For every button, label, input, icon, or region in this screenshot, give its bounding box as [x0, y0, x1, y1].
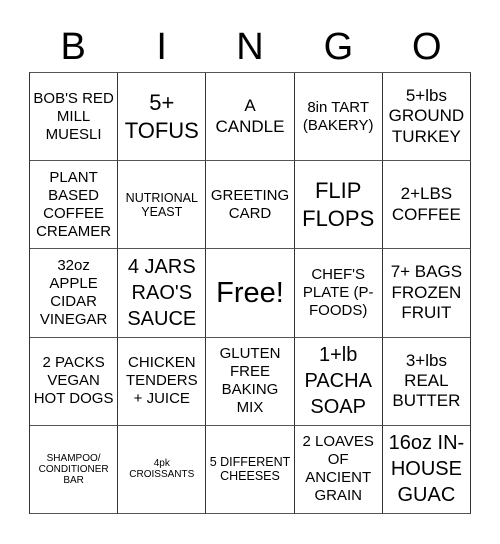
bingo-cell[interactable]: 4 JARS RAO'S SAUCE: [118, 249, 207, 338]
bingo-cell-label: 4pk CROISSANTS: [129, 458, 195, 481]
header-letter-b: B: [60, 26, 86, 68]
bingo-cell[interactable]: 2+LBS COFFEE: [382, 161, 471, 250]
bingo-cell[interactable]: A CANDLE: [206, 73, 295, 162]
bingo-cell-label: CHEF'S PLATE (P-FOODS): [302, 265, 374, 319]
bingo-cell-label: 32oz APPLE CIDAR VINEGAR: [39, 256, 108, 328]
header-letter-n: N: [236, 26, 264, 68]
bingo-cell-label: 2 PACKS VEGAN HOT DOGS: [33, 354, 114, 408]
bingo-cell[interactable]: PLANT BASED COFFEE CREAMER: [30, 161, 119, 250]
bingo-cell-label: FLIP FLOPS: [302, 178, 375, 231]
bingo-cell-label: 5 DIFFERENT CHEESES: [209, 455, 291, 484]
bingo-cell[interactable]: 7+ BAGS FROZEN FRUIT: [382, 249, 471, 338]
bingo-cell-label: GLUTEN FREE BAKING MIX: [219, 345, 281, 417]
bingo-cell[interactable]: NUTRIONAL YEAST: [118, 161, 207, 250]
bingo-cell[interactable]: FLIP FLOPS: [294, 161, 383, 250]
bingo-cell-label: 2+LBS COFFEE: [391, 184, 461, 224]
bingo-cell[interactable]: 4pk CROISSANTS: [118, 425, 207, 514]
bingo-cell-label: 3+lbs REAL BUTTER: [392, 350, 461, 411]
bingo-cell[interactable]: 2 PACKS VEGAN HOT DOGS: [30, 337, 119, 426]
header-letter-g: G: [323, 26, 354, 68]
bingo-grid: BOB'S RED MILL MUESLI 5+ TOFUS A CANDLE 8in…: [29, 72, 471, 514]
bingo-cell-label: PLANT BASED COFFEE CREAMER: [36, 168, 112, 240]
bingo-cell[interactable]: 5 DIFFERENT CHEESES: [206, 425, 295, 514]
header-letter-i: I: [156, 26, 167, 68]
bingo-cell[interactable]: 8in TART (BAKERY): [294, 73, 383, 162]
bingo-cell[interactable]: CHEF'S PLATE (P-FOODS): [294, 249, 383, 338]
bingo-cell[interactable]: GLUTEN FREE BAKING MIX: [206, 337, 295, 426]
bingo-cell-label: 8in TART (BAKERY): [302, 98, 374, 134]
bingo-cell-label: 2 LOAVES OF ANCIENT GRAIN: [302, 433, 374, 505]
bingo-cell[interactable]: BOB'S RED MILL MUESLI: [30, 73, 119, 162]
bingo-cell[interactable]: CHICKEN TENDERS + JUICE: [118, 337, 207, 426]
bingo-cell[interactable]: 5+lbs GROUND TURKEY: [382, 73, 471, 162]
bingo-cell[interactable]: SHAMPOO/ CONDITIONER BAR: [30, 425, 119, 514]
bingo-cell-label: 4 JARS RAO'S SAUCE: [127, 255, 197, 330]
bingo-cell[interactable]: 1+lb PACHA SOAP: [294, 337, 383, 426]
bingo-cell-label: 5+lbs GROUND TURKEY: [388, 86, 465, 146]
bingo-cell[interactable]: 32oz APPLE CIDAR VINEGAR: [30, 249, 119, 338]
bingo-cell[interactable]: GREETING CARD: [206, 161, 295, 250]
bingo-cell-label: 5+ TOFUS: [124, 90, 199, 143]
bingo-cell[interactable]: 2 LOAVES OF ANCIENT GRAIN: [294, 425, 383, 514]
header-letter-o: O: [412, 26, 442, 68]
free-space-cell[interactable]: Free!: [206, 249, 295, 338]
bingo-cell-label: SHAMPOO/ CONDITIONER BAR: [38, 452, 109, 486]
bingo-cell-label: CHICKEN TENDERS + JUICE: [125, 354, 198, 408]
bingo-cell-label: Free!: [216, 276, 284, 309]
bingo-cell[interactable]: 16oz IN-HOUSE GUAC: [382, 425, 471, 514]
bingo-cell[interactable]: 3+lbs REAL BUTTER: [382, 337, 471, 426]
bingo-cell-label: NUTRIONAL YEAST: [125, 190, 198, 219]
bingo-cell-label: 1+lb PACHA SOAP: [304, 344, 372, 419]
bingo-cell-label: GREETING CARD: [210, 186, 290, 222]
bingo-cell-label: 7+ BAGS FROZEN FRUIT: [390, 262, 463, 323]
bingo-header: B I N G O: [29, 22, 471, 72]
bingo-cell-label: 16oz IN-HOUSE GUAC: [388, 432, 465, 507]
bingo-cell-label: A CANDLE: [215, 96, 285, 136]
bingo-cell-label: BOB'S RED MILL MUESLI: [33, 89, 114, 143]
bingo-cell[interactable]: 5+ TOFUS: [118, 73, 207, 162]
